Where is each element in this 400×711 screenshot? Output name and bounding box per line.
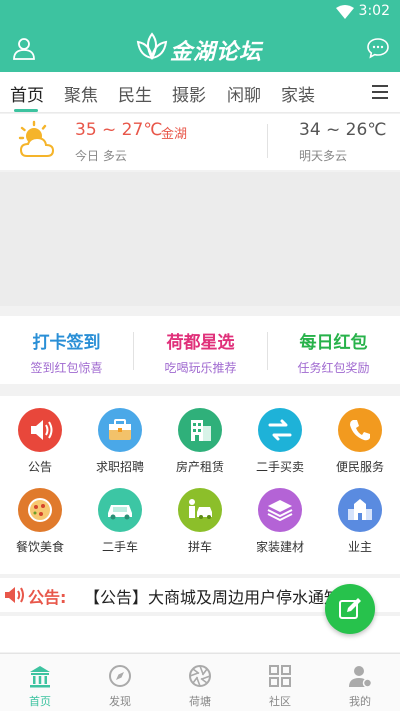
divider (267, 124, 268, 158)
pizza-icon (18, 488, 62, 532)
promo-subtitle: 签到红包惊喜 (30, 361, 103, 375)
service-grid: 公告 求职招聘 房产租赁 二手买卖 便民服务 餐饮美食 二手车 拼车 家装建材 … (0, 396, 400, 574)
layers-icon (258, 488, 302, 532)
bottom-navigation: 首页 发现 荷塘 社区 我的 (0, 653, 400, 711)
nav-home[interactable]: 首页 (0, 654, 80, 711)
promo-star-select[interactable]: 荷都星选 吃喝玩乐推荐 (134, 316, 267, 384)
message-icon[interactable] (366, 36, 390, 60)
edit-icon (339, 598, 361, 619)
banner-carousel[interactable] (0, 172, 400, 306)
grid-item-carpool[interactable]: 拼车 (160, 476, 240, 556)
nav-discover[interactable]: 发现 (80, 654, 160, 711)
grid-item-housing[interactable]: 房产租赁 (160, 396, 240, 476)
nav-label: 我的 (349, 695, 371, 708)
grid-icon (269, 665, 291, 687)
compose-button[interactable] (325, 584, 375, 634)
grid-label: 便民服务 (335, 460, 384, 474)
tab-focus[interactable]: 聚焦 (64, 81, 98, 106)
briefcase-icon (98, 408, 142, 452)
logo: 金湖论坛 (136, 30, 266, 66)
logo-text: 金湖论坛 (170, 40, 263, 65)
nav-label: 社区 (269, 695, 291, 708)
building-icon (178, 408, 222, 452)
today-temperature: 35 ~ 27℃ (75, 120, 163, 140)
grid-label: 求职招聘 (95, 460, 144, 474)
tomorrow-weather: 明天多云 (299, 149, 348, 163)
grid-item-home-building[interactable]: 家装建材 (240, 476, 320, 556)
promo-check-in[interactable]: 打卡签到 签到红包惊喜 (0, 316, 133, 384)
partly-cloudy-icon (18, 120, 55, 157)
user-icon[interactable] (12, 36, 36, 60)
car-icon (98, 488, 142, 532)
lotus-logo-icon (136, 32, 168, 61)
status-time: 3:02 (358, 3, 390, 19)
category-tabs: 首页 聚焦 民生 摄影 闲聊 家装 (0, 72, 400, 113)
app-header: 3:02 金湖论坛 (0, 0, 400, 72)
nav-label: 荷塘 (189, 695, 211, 708)
grid-label: 公告 (27, 460, 52, 474)
nav-pond[interactable]: 荷塘 (160, 654, 240, 711)
promo-daily-redpacket[interactable]: 每日红包 任务红包奖励 (267, 316, 400, 384)
grid-item-announcement[interactable]: 公告 (0, 396, 80, 476)
promo-title: 打卡签到 (32, 333, 101, 353)
active-tab-indicator (14, 109, 38, 112)
community-icon (338, 488, 382, 532)
grid-item-services[interactable]: 便民服务 (320, 396, 400, 476)
profile-icon (349, 666, 372, 688)
status-bar: 3:02 (0, 0, 400, 24)
grid-label: 业主 (347, 540, 372, 554)
nav-label: 发现 (109, 695, 131, 708)
wifi-icon (336, 5, 354, 19)
aperture-icon (189, 665, 211, 687)
notice-label: 公告: (28, 588, 67, 607)
grid-label: 餐饮美食 (15, 540, 64, 554)
compass-icon (109, 665, 131, 687)
grid-label: 家装建材 (255, 540, 304, 554)
grid-item-food[interactable]: 餐饮美食 (0, 476, 80, 556)
grid-item-jobs[interactable]: 求职招聘 (80, 396, 160, 476)
speaker-icon (5, 587, 24, 603)
promo-row: 打卡签到 签到红包惊喜 荷都星选 吃喝玩乐推荐 每日红包 任务红包奖励 (0, 316, 400, 384)
promo-subtitle: 吃喝玩乐推荐 (164, 361, 237, 375)
nav-community[interactable]: 社区 (240, 654, 320, 711)
grid-item-owners[interactable]: 业主 (320, 476, 400, 556)
nav-label: 首页 (29, 695, 51, 708)
grid-label: 房产租赁 (175, 460, 224, 474)
tab-chat[interactable]: 闲聊 (227, 81, 261, 106)
grid-label: 拼车 (187, 540, 212, 554)
speaker-icon (18, 408, 62, 452)
promo-title: 每日红包 (299, 333, 368, 353)
tab-livelihood[interactable]: 民生 (118, 81, 152, 106)
phone-icon (338, 408, 382, 452)
today-weather: 今日 多云 (75, 149, 127, 163)
grid-item-used-cars[interactable]: 二手车 (80, 476, 160, 556)
promo-subtitle: 任务红包奖励 (297, 361, 370, 375)
grid-label: 二手买卖 (255, 460, 304, 474)
tomorrow-temperature: 34 ~ 26℃ (299, 120, 387, 140)
grid-label: 二手车 (101, 540, 138, 554)
carpool-icon (178, 488, 222, 532)
nav-me[interactable]: 我的 (320, 654, 400, 711)
tab-home-decor[interactable]: 家装 (281, 81, 315, 106)
city-name: 金湖 (161, 127, 188, 142)
promo-title: 荷都星选 (166, 333, 235, 353)
grid-item-secondhand[interactable]: 二手买卖 (240, 396, 320, 476)
weather-bar[interactable]: 35 ~ 27℃ 金湖 今日 多云 34 ~ 26℃ 明天多云 (0, 114, 400, 170)
tab-home[interactable]: 首页 (10, 81, 44, 106)
menu-icon[interactable] (372, 85, 388, 99)
tab-photography[interactable]: 摄影 (172, 81, 206, 106)
home-temple-icon (30, 666, 50, 688)
exchange-icon (258, 408, 302, 452)
